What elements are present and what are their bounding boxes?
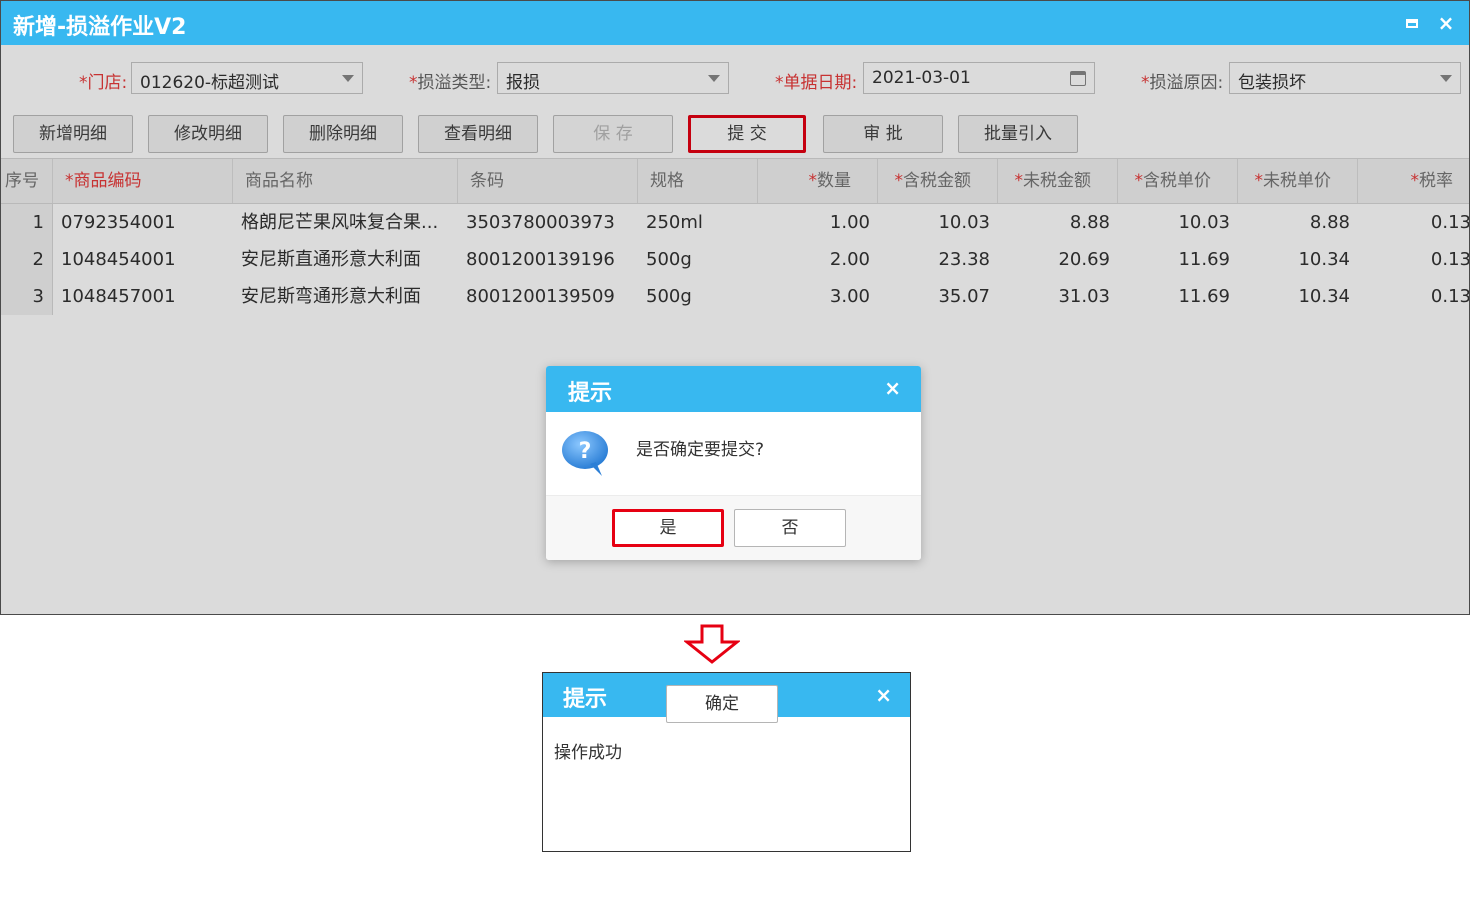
result-dialog-title: 提示: [563, 687, 608, 712]
confirm-dialog-title: 提示: [568, 381, 613, 406]
confirm-dialog-header: 提示 ×: [546, 366, 921, 412]
close-icon[interactable]: ×: [875, 685, 892, 705]
close-icon[interactable]: ×: [884, 378, 901, 398]
result-dialog: 提示 × 操作成功 确定: [542, 672, 911, 852]
svg-text:?: ?: [579, 439, 592, 464]
confirm-dialog-footer: 是 否: [546, 495, 921, 560]
ok-button[interactable]: 确定: [666, 685, 778, 723]
close-icon[interactable]: ×: [1437, 13, 1455, 33]
main-window: 新增-损溢作业V2 × *门店: 012620-标超测试 *损溢类型: 报损 *…: [0, 0, 1470, 615]
confirm-dialog: 提示 × ? 是否确定要提交? 是 否: [546, 366, 921, 560]
confirm-message: 是否确定要提交?: [636, 440, 765, 460]
yes-button[interactable]: 是: [612, 509, 724, 547]
window-titlebar: 新增-损溢作业V2 ×: [1, 1, 1469, 45]
result-message: 操作成功: [554, 743, 622, 763]
question-icon: ?: [562, 431, 608, 476]
no-button[interactable]: 否: [734, 509, 846, 547]
window-title: 新增-损溢作业V2: [13, 15, 187, 40]
arrow-down-icon: [684, 624, 740, 664]
maximize-icon[interactable]: [1403, 14, 1421, 32]
